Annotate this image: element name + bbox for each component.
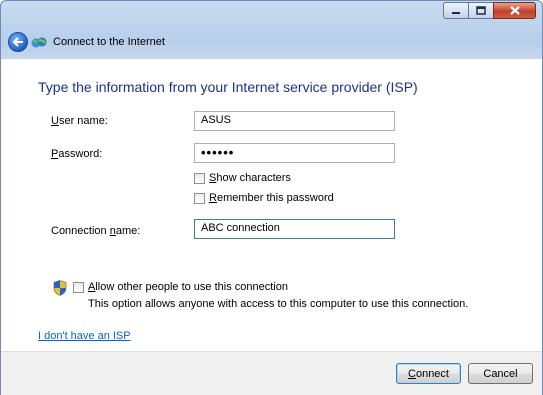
uac-shield-icon xyxy=(53,280,67,296)
connection-name-label: Connection name: xyxy=(51,225,141,237)
password-input[interactable]: •••••• xyxy=(194,143,395,163)
connect-button[interactable]: Connect xyxy=(396,363,461,384)
allow-others-label: Allow other people to use this connectio… xyxy=(88,281,288,293)
cancel-button[interactable]: Cancel xyxy=(468,363,533,384)
dialog-content: Type the information from your Internet … xyxy=(1,59,542,351)
allow-others-checkbox[interactable] xyxy=(73,281,84,293)
minimize-icon xyxy=(452,11,460,14)
window-controls xyxy=(443,2,536,19)
title-bar: Connect to the Internet xyxy=(1,1,542,59)
username-label: User name: xyxy=(51,115,108,127)
connect-dialog-window: Connect to the Internet Type the informa… xyxy=(0,0,543,395)
show-characters-checkbox[interactable] xyxy=(194,172,205,184)
remember-password-label: Remember this password xyxy=(209,192,334,204)
dialog-footer: Connect Cancel xyxy=(1,351,542,395)
maximize-icon xyxy=(476,6,486,15)
close-icon xyxy=(509,6,520,15)
remember-password-checkbox[interactable] xyxy=(194,192,205,204)
page-heading: Type the information from your Internet … xyxy=(38,79,418,95)
password-label: Password: xyxy=(51,148,103,160)
show-characters-checkbox-row[interactable]: Show characters xyxy=(194,172,291,184)
maximize-button[interactable] xyxy=(468,2,494,19)
allow-others-description: This option allows anyone with access to… xyxy=(88,298,469,310)
allow-others-checkbox-row[interactable]: Allow other people to use this connectio… xyxy=(73,281,288,293)
connection-name-input[interactable]: ABC connection xyxy=(194,219,395,239)
back-arrow-icon xyxy=(12,37,23,47)
connect-button-label: Connect xyxy=(408,367,449,380)
minimize-button[interactable] xyxy=(443,2,469,19)
show-characters-label: Show characters xyxy=(209,172,291,184)
window-title: Connect to the Internet xyxy=(53,36,165,48)
no-isp-link[interactable]: I don't have an ISP xyxy=(38,330,131,342)
remember-password-checkbox-row[interactable]: Remember this password xyxy=(194,192,334,204)
username-input[interactable]: ASUS xyxy=(194,111,395,131)
back-button[interactable] xyxy=(8,32,28,52)
network-globe-icon xyxy=(31,37,47,48)
close-button[interactable] xyxy=(493,2,536,19)
